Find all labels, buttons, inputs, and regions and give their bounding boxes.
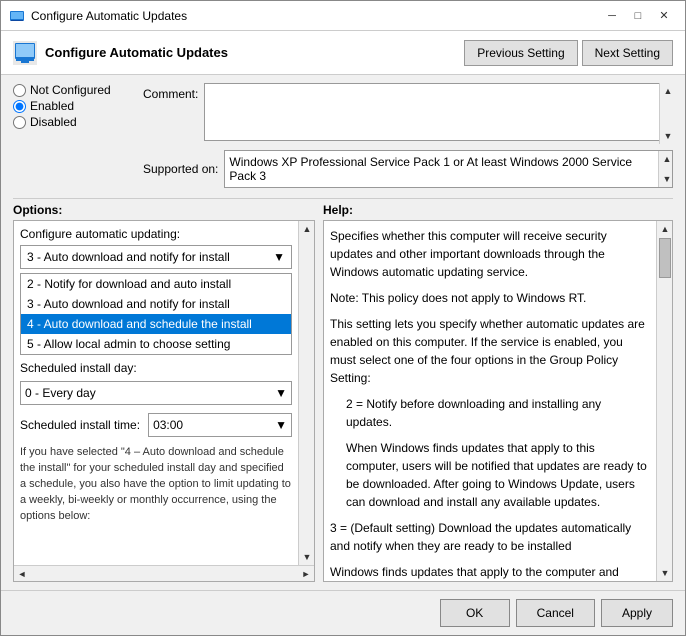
help-scroll-down[interactable]: ▼: [657, 565, 672, 581]
supported-scrollbar: ▲ ▼: [658, 151, 672, 187]
dropdown-option-2[interactable]: 2 - Notify for download and auto install: [21, 274, 291, 294]
schedule-day-select[interactable]: 0 - Every day ▼: [20, 381, 292, 405]
help-scroll-up[interactable]: ▲: [657, 221, 672, 237]
dropdown-option-5[interactable]: 5 - Allow local admin to choose setting: [21, 334, 291, 354]
minimize-button[interactable]: ─: [599, 6, 625, 26]
top-section: Not Configured Enabled Disabled Comment:: [13, 83, 673, 188]
supported-value-box: Windows XP Professional Service Pack 1 o…: [224, 150, 673, 188]
help-para-4: 2 = Notify before downloading and instal…: [346, 395, 650, 431]
options-section-label-wrapper: Options:: [13, 203, 315, 217]
radio-enabled[interactable]: Enabled: [13, 99, 143, 113]
schedule-time-label: Scheduled install time:: [20, 418, 140, 432]
options-scroll-down[interactable]: ▼: [299, 549, 314, 565]
help-para-7: Windows finds updates that apply to the …: [330, 563, 650, 581]
help-panel-body: Specifies whether this computer will rec…: [324, 221, 672, 581]
title-bar: Configure Automatic Updates ─ □ ✕: [1, 1, 685, 31]
help-para-3: This setting lets you specify whether au…: [330, 315, 650, 387]
supported-value: Windows XP Professional Service Pack 1 o…: [229, 155, 656, 183]
radio-disabled[interactable]: Disabled: [13, 115, 143, 129]
radio-enabled-input[interactable]: [13, 100, 26, 113]
title-bar-controls: ─ □ ✕: [599, 6, 677, 26]
options-horiz-scrollbar: ◄ ►: [14, 565, 314, 581]
radio-not-configured[interactable]: Not Configured: [13, 83, 143, 97]
previous-setting-button[interactable]: Previous Setting: [464, 40, 577, 66]
right-top-section: Comment: ▲ ▼ Supported on: Windows XP Pr…: [143, 83, 673, 188]
options-section-label: Options:: [13, 203, 62, 217]
bottom-bar: OK Cancel Apply: [1, 590, 685, 635]
options-body-text: If you have selected "4 – Auto download …: [20, 445, 292, 525]
help-panel: Specifies whether this computer will rec…: [323, 220, 673, 582]
help-side-scrollbar: ▲ ▼: [656, 221, 672, 581]
options-panel-body: Configure automatic updating: 3 - Auto d…: [14, 221, 314, 565]
help-section-label-wrapper: Help:: [323, 203, 673, 217]
supported-label: Supported on:: [143, 162, 218, 176]
options-scroll-up[interactable]: ▲: [299, 221, 314, 237]
supported-scroll-down[interactable]: ▼: [659, 171, 673, 187]
help-section-label: Help:: [323, 203, 353, 217]
ok-button[interactable]: OK: [440, 599, 510, 627]
section-panels: Configure automatic updating: 3 - Auto d…: [13, 220, 673, 582]
comment-scroll-down[interactable]: ▼: [660, 128, 676, 144]
header-bar: Configure Automatic Updates Previous Set…: [1, 31, 685, 75]
comment-scroll-up[interactable]: ▲: [660, 83, 676, 99]
configure-dropdown-arrow: ▼: [273, 250, 285, 264]
options-panel-content: Configure automatic updating: 3 - Auto d…: [14, 221, 298, 565]
schedule-time-row: Scheduled install time: 03:00 ▼: [20, 413, 292, 437]
configure-dropdown-list: 2 - Notify for download and auto install…: [20, 273, 292, 355]
comment-scrollbar: ▲ ▼: [659, 83, 673, 144]
help-para-1: Specifies whether this computer will rec…: [330, 227, 650, 281]
help-para-6: 3 = (Default setting) Download the updat…: [330, 519, 650, 555]
options-side-scrollbar: ▲ ▼: [298, 221, 314, 565]
comment-field-wrapper: ▲ ▼: [204, 83, 673, 144]
options-scroll-track: [299, 237, 314, 549]
schedule-day-value: 0 - Every day: [25, 386, 96, 400]
close-button[interactable]: ✕: [651, 6, 677, 26]
header-nav-buttons: Previous Setting Next Setting: [464, 40, 673, 66]
comment-scroll-track: [660, 99, 673, 128]
comment-textarea[interactable]: [204, 83, 673, 141]
radio-not-configured-input[interactable]: [13, 84, 26, 97]
cancel-button[interactable]: Cancel: [516, 599, 595, 627]
title-bar-text: Configure Automatic Updates: [31, 9, 599, 23]
configure-dropdown[interactable]: 3 - Auto download and notify for install…: [20, 245, 292, 269]
header-title: Configure Automatic Updates: [45, 45, 456, 60]
supported-scroll-up[interactable]: ▲: [659, 151, 673, 167]
comment-row: Comment: ▲ ▼: [143, 83, 673, 144]
options-scroll-right[interactable]: ►: [298, 566, 314, 582]
radio-disabled-input[interactable]: [13, 116, 26, 129]
header-icon: [13, 41, 37, 65]
maximize-button[interactable]: □: [625, 6, 651, 26]
dropdown-option-3[interactable]: 3 - Auto download and notify for install: [21, 294, 291, 314]
schedule-day-row: Scheduled install day:: [20, 361, 292, 375]
help-scroll-track: [657, 237, 672, 565]
content-area: Not Configured Enabled Disabled Comment:: [1, 75, 685, 590]
radio-section: Not Configured Enabled Disabled: [13, 83, 143, 180]
configure-dropdown-value: 3 - Auto download and notify for install: [27, 250, 230, 264]
comment-label: Comment:: [143, 87, 198, 101]
schedule-time-select[interactable]: 03:00 ▼: [148, 413, 292, 437]
section-divider: [13, 198, 673, 199]
help-para-2: Note: This policy does not apply to Wind…: [330, 289, 650, 307]
supported-row: Supported on: Windows XP Professional Se…: [143, 150, 673, 188]
schedule-time-arrow: ▼: [275, 418, 287, 432]
schedule-day-label: Scheduled install day:: [20, 361, 137, 375]
options-panel: Configure automatic updating: 3 - Auto d…: [13, 220, 315, 582]
schedule-time-value: 03:00: [153, 418, 183, 432]
help-panel-content: Specifies whether this computer will rec…: [324, 221, 656, 581]
panel-labels-row: Options: Help:: [13, 203, 673, 217]
options-scroll-left[interactable]: ◄: [14, 566, 30, 582]
configure-label: Configure automatic updating:: [20, 227, 292, 241]
next-setting-button[interactable]: Next Setting: [582, 40, 673, 66]
help-scroll-thumb: [659, 238, 671, 278]
apply-button[interactable]: Apply: [601, 599, 673, 627]
options-horiz-track: [30, 566, 298, 581]
help-para-5: When Windows finds updates that apply to…: [346, 439, 650, 511]
dropdown-option-4[interactable]: 4 - Auto download and schedule the insta…: [21, 314, 291, 334]
main-window: Configure Automatic Updates ─ □ ✕ Config…: [0, 0, 686, 636]
window-icon: [9, 8, 25, 24]
schedule-day-arrow: ▼: [275, 386, 287, 400]
